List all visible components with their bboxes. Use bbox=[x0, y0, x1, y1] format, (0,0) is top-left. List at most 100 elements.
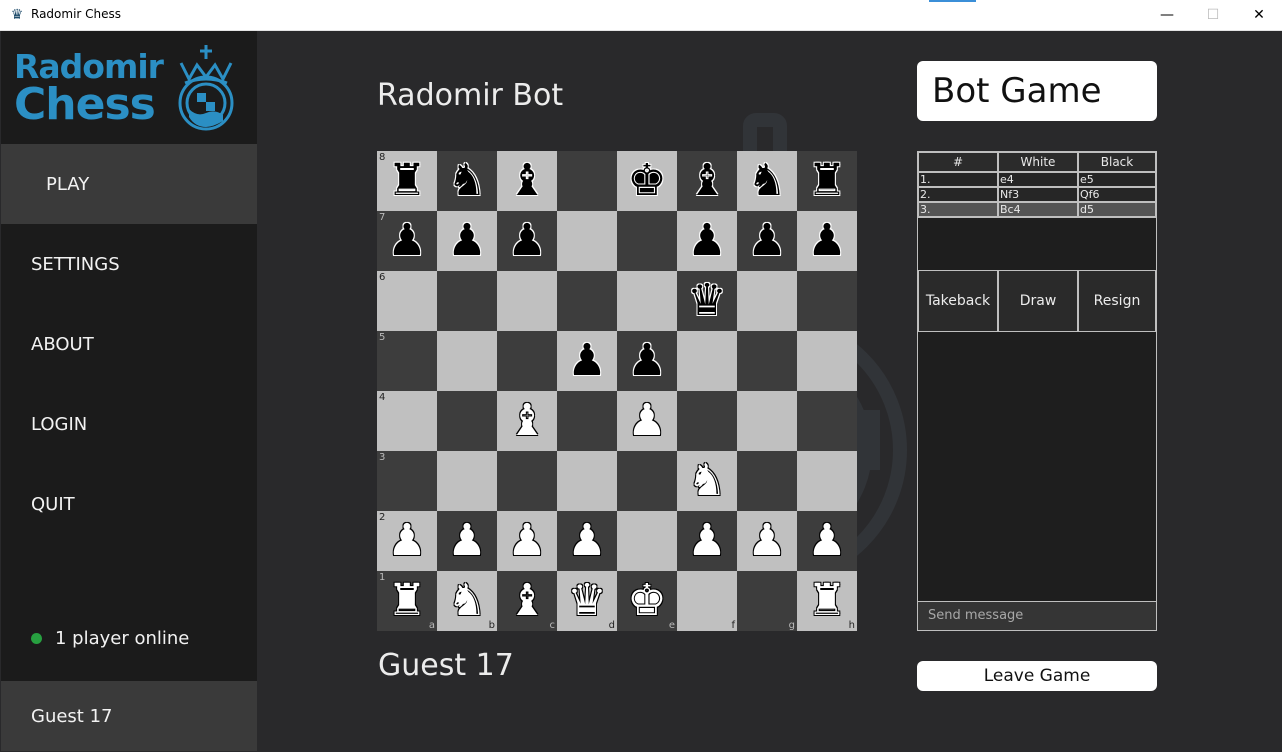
white-pawn-icon[interactable]: ♟ bbox=[687, 511, 726, 571]
resign-button[interactable]: Resign bbox=[1078, 270, 1156, 332]
board-square-b2[interactable]: ♟ bbox=[437, 511, 497, 571]
board-square-a2[interactable]: 2 ♟ bbox=[377, 511, 437, 571]
board-square-b1[interactable]: b ♞ bbox=[437, 571, 497, 631]
black-pawn-icon[interactable]: ♟ bbox=[627, 331, 666, 391]
board-square-d7[interactable] bbox=[557, 211, 617, 271]
board-square-h7[interactable]: ♟ bbox=[797, 211, 857, 271]
board-square-d1[interactable]: d ♛ bbox=[557, 571, 617, 631]
board-square-b6[interactable] bbox=[437, 271, 497, 331]
white-bishop-icon[interactable]: ♝ bbox=[507, 391, 546, 451]
board-square-c1[interactable]: c ♝ bbox=[497, 571, 557, 631]
board-square-e3[interactable] bbox=[617, 451, 677, 511]
white-rook-icon[interactable]: ♜ bbox=[387, 571, 426, 631]
board-square-d4[interactable] bbox=[557, 391, 617, 451]
board-square-h6[interactable] bbox=[797, 271, 857, 331]
board-square-c6[interactable] bbox=[497, 271, 557, 331]
board-square-b4[interactable] bbox=[437, 391, 497, 451]
board-square-a1[interactable]: 1 a ♜ bbox=[377, 571, 437, 631]
board-square-e8[interactable]: ♚ bbox=[617, 151, 677, 211]
black-pawn-icon[interactable]: ♟ bbox=[807, 211, 846, 271]
current-user[interactable]: Guest 17 bbox=[1, 681, 257, 751]
board-square-b7[interactable]: ♟ bbox=[437, 211, 497, 271]
nav-login[interactable]: LOGIN bbox=[1, 384, 257, 464]
white-knight-icon[interactable]: ♞ bbox=[447, 571, 486, 631]
nav-quit[interactable]: QUIT bbox=[1, 464, 257, 544]
black-rook-icon[interactable]: ♜ bbox=[387, 151, 426, 211]
white-rook-icon[interactable]: ♜ bbox=[807, 571, 846, 631]
white-bishop-icon[interactable]: ♝ bbox=[507, 571, 546, 631]
board-square-f5[interactable] bbox=[677, 331, 737, 391]
white-queen-icon[interactable]: ♛ bbox=[567, 571, 606, 631]
board-square-b8[interactable]: ♞ bbox=[437, 151, 497, 211]
board-square-d2[interactable]: ♟ bbox=[557, 511, 617, 571]
board-square-a3[interactable]: 3 bbox=[377, 451, 437, 511]
black-pawn-icon[interactable]: ♟ bbox=[747, 211, 786, 271]
white-pawn-icon[interactable]: ♟ bbox=[627, 391, 666, 451]
board-square-f3[interactable]: ♞ bbox=[677, 451, 737, 511]
board-square-g7[interactable]: ♟ bbox=[737, 211, 797, 271]
white-knight-icon[interactable]: ♞ bbox=[687, 451, 726, 511]
board-square-a5[interactable]: 5 bbox=[377, 331, 437, 391]
move-row[interactable]: 1. e4 e5 bbox=[918, 172, 1156, 187]
move-row[interactable]: 2. Nf3 Qf6 bbox=[918, 187, 1156, 202]
board-square-e2[interactable] bbox=[617, 511, 677, 571]
chess-board[interactable]: 8 ♜ ♞ ♝ ♚ ♝ ♞ ♜ 7 ♟ ♟ ♟ ♟ ♟ ♟ 6 ♛ 5 ♟ ♟ 4 ♝ ♟ 3 ♞ 2 ♟ ♟ ♟ ♟ ♟ ♟ ♟ 1 a ♜ b ♞ c ♝… bbox=[377, 151, 857, 631]
board-square-c2[interactable]: ♟ bbox=[497, 511, 557, 571]
black-bishop-icon[interactable]: ♝ bbox=[687, 151, 726, 211]
black-pawn-icon[interactable]: ♟ bbox=[687, 211, 726, 271]
board-square-e5[interactable]: ♟ bbox=[617, 331, 677, 391]
board-square-g4[interactable] bbox=[737, 391, 797, 451]
board-square-g1[interactable]: g bbox=[737, 571, 797, 631]
black-pawn-icon[interactable]: ♟ bbox=[507, 211, 546, 271]
board-square-h3[interactable] bbox=[797, 451, 857, 511]
board-square-a6[interactable]: 6 bbox=[377, 271, 437, 331]
board-square-f7[interactable]: ♟ bbox=[677, 211, 737, 271]
nav-play[interactable]: PLAY bbox=[1, 144, 257, 224]
black-bishop-icon[interactable]: ♝ bbox=[507, 151, 546, 211]
minimize-button[interactable]: — bbox=[1144, 0, 1190, 30]
board-square-g2[interactable]: ♟ bbox=[737, 511, 797, 571]
board-square-e6[interactable] bbox=[617, 271, 677, 331]
white-pawn-icon[interactable]: ♟ bbox=[567, 511, 606, 571]
board-square-a7[interactable]: 7 ♟ bbox=[377, 211, 437, 271]
board-square-h5[interactable] bbox=[797, 331, 857, 391]
black-pawn-icon[interactable]: ♟ bbox=[387, 211, 426, 271]
black-knight-icon[interactable]: ♞ bbox=[447, 151, 486, 211]
black-pawn-icon[interactable]: ♟ bbox=[447, 211, 486, 271]
board-square-g8[interactable]: ♞ bbox=[737, 151, 797, 211]
white-pawn-icon[interactable]: ♟ bbox=[447, 511, 486, 571]
board-square-g3[interactable] bbox=[737, 451, 797, 511]
board-square-f4[interactable] bbox=[677, 391, 737, 451]
white-pawn-icon[interactable]: ♟ bbox=[807, 511, 846, 571]
board-square-b3[interactable] bbox=[437, 451, 497, 511]
white-king-icon[interactable]: ♚ bbox=[627, 571, 666, 631]
board-square-b5[interactable] bbox=[437, 331, 497, 391]
board-square-f1[interactable]: f bbox=[677, 571, 737, 631]
board-square-c7[interactable]: ♟ bbox=[497, 211, 557, 271]
black-knight-icon[interactable]: ♞ bbox=[747, 151, 786, 211]
black-rook-icon[interactable]: ♜ bbox=[807, 151, 846, 211]
board-square-e7[interactable] bbox=[617, 211, 677, 271]
black-queen-icon[interactable]: ♛ bbox=[687, 271, 726, 331]
board-square-c8[interactable]: ♝ bbox=[497, 151, 557, 211]
nav-settings[interactable]: SETTINGS bbox=[1, 224, 257, 304]
board-square-h2[interactable]: ♟ bbox=[797, 511, 857, 571]
draw-button[interactable]: Draw bbox=[998, 270, 1078, 332]
board-square-f8[interactable]: ♝ bbox=[677, 151, 737, 211]
board-square-h1[interactable]: h ♜ bbox=[797, 571, 857, 631]
board-square-d3[interactable] bbox=[557, 451, 617, 511]
board-square-c4[interactable]: ♝ bbox=[497, 391, 557, 451]
board-square-e4[interactable]: ♟ bbox=[617, 391, 677, 451]
board-square-d5[interactable]: ♟ bbox=[557, 331, 617, 391]
board-square-d6[interactable] bbox=[557, 271, 617, 331]
board-square-g6[interactable] bbox=[737, 271, 797, 331]
board-square-c5[interactable] bbox=[497, 331, 557, 391]
board-square-a4[interactable]: 4 bbox=[377, 391, 437, 451]
board-square-c3[interactable] bbox=[497, 451, 557, 511]
nav-about[interactable]: ABOUT bbox=[1, 304, 257, 384]
black-king-icon[interactable]: ♚ bbox=[627, 151, 666, 211]
board-square-f6[interactable]: ♛ bbox=[677, 271, 737, 331]
board-square-f2[interactable]: ♟ bbox=[677, 511, 737, 571]
maximize-button[interactable]: ☐ bbox=[1190, 0, 1236, 30]
black-pawn-icon[interactable]: ♟ bbox=[567, 331, 606, 391]
